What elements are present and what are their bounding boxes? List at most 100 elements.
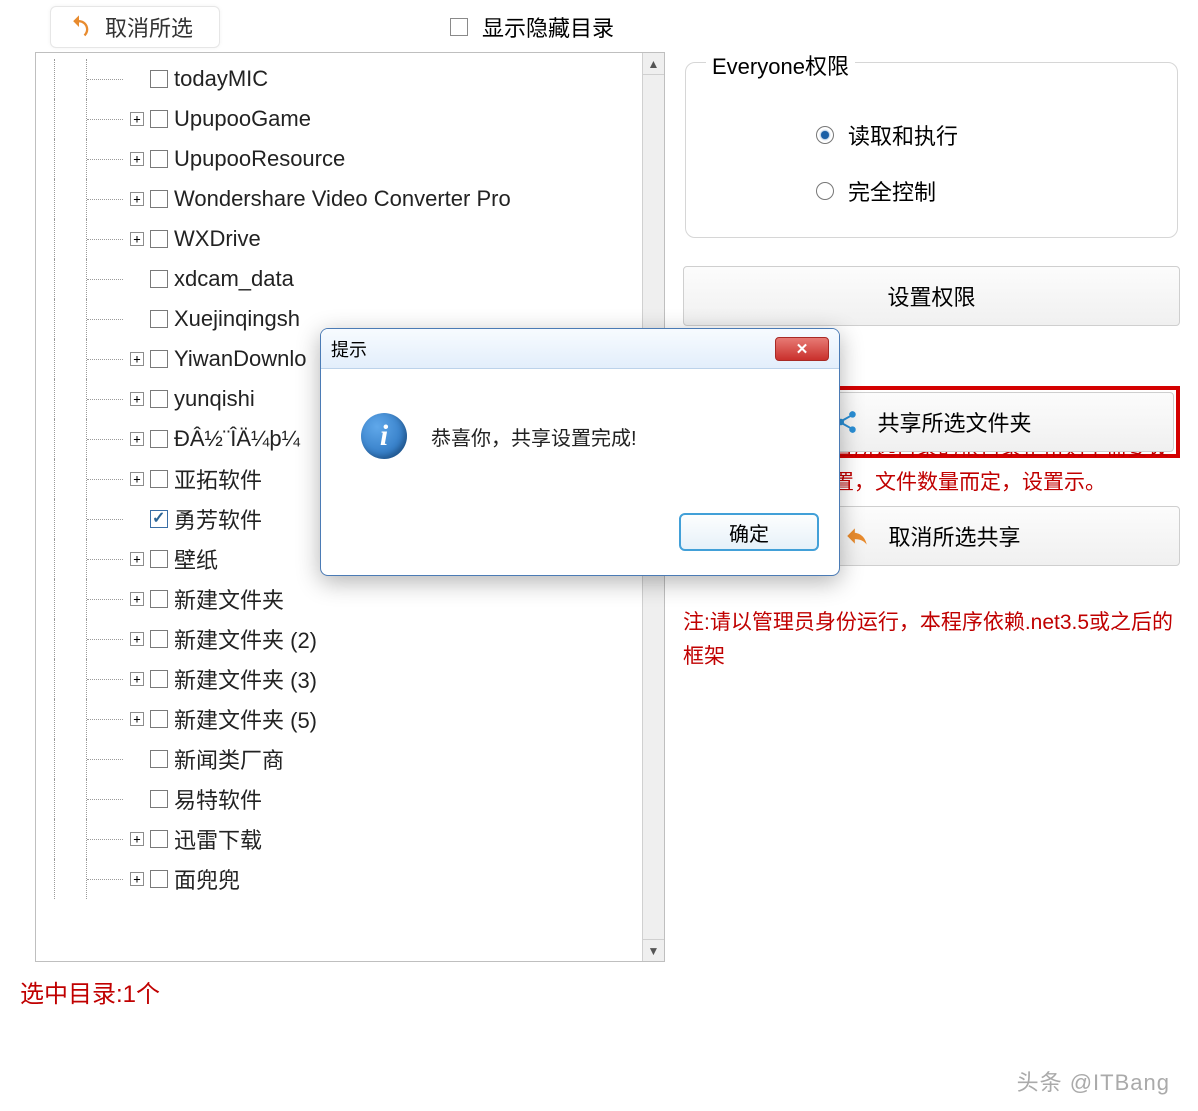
scroll-up-icon[interactable]: ▲ — [643, 53, 664, 75]
tree-node[interactable]: xdcam_data — [54, 259, 658, 299]
tree-node-label: 新建文件夹 (3) — [174, 663, 317, 695]
tree-checkbox[interactable] — [150, 590, 168, 608]
tree-node-label: todayMIC — [174, 66, 268, 92]
tree-node[interactable]: + 面兜兜 — [54, 859, 658, 899]
tree-checkbox[interactable] — [150, 470, 168, 488]
tree-node[interactable]: 易特软件 — [54, 779, 658, 819]
radio-full-control-label: 完全控制 — [848, 175, 936, 207]
tree-node-label: 面兜兜 — [174, 863, 240, 895]
tree-node[interactable]: + 迅雷下载 — [54, 819, 658, 859]
tree-checkbox[interactable] — [150, 350, 168, 368]
tree-node[interactable]: + Wondershare Video Converter Pro — [54, 179, 658, 219]
dialog-ok-button[interactable]: 确定 — [679, 513, 819, 551]
permissions-group: Everyone权限 读取和执行 完全控制 — [685, 62, 1178, 238]
tree-node-label: UpupooResource — [174, 146, 345, 172]
tree-node-label: 新闻类厂商 — [174, 743, 284, 775]
tree-checkbox[interactable] — [150, 230, 168, 248]
show-hidden-checkbox[interactable]: 显示隐藏目录 — [450, 11, 614, 43]
expander-icon[interactable]: + — [130, 592, 144, 606]
tree-checkbox[interactable] — [150, 710, 168, 728]
cancel-selection-button[interactable]: 取消所选 — [50, 6, 220, 48]
tree-checkbox[interactable] — [150, 190, 168, 208]
expander-icon[interactable]: + — [130, 552, 144, 566]
set-permissions-label: 设置权限 — [887, 280, 975, 312]
permissions-title: Everyone权限 — [706, 49, 855, 81]
expander-icon[interactable]: + — [130, 112, 144, 126]
tree-node-label: Xuejinqingsh — [174, 306, 300, 332]
radio-icon — [816, 126, 834, 144]
expander-icon[interactable]: + — [130, 712, 144, 726]
expander-icon — [130, 512, 144, 526]
expander-icon[interactable]: + — [130, 672, 144, 686]
tree-checkbox[interactable] — [150, 550, 168, 568]
radio-read-execute-label: 读取和执行 — [848, 119, 958, 151]
expander-icon[interactable]: + — [130, 232, 144, 246]
dialog-ok-label: 确定 — [729, 518, 769, 547]
admin-note: 注:请以管理员身份运行，本程序依赖.net3.5或之后的框架 — [683, 606, 1180, 673]
tree-node[interactable]: + 新建文件夹 — [54, 579, 658, 619]
tree-checkbox[interactable] — [150, 510, 168, 528]
expander-icon[interactable]: + — [130, 632, 144, 646]
tree-checkbox[interactable] — [150, 630, 168, 648]
set-permissions-button[interactable]: 设置权限 — [683, 266, 1180, 326]
tree-node-label: Wondershare Video Converter Pro — [174, 186, 511, 212]
tree-node[interactable]: + 新建文件夹 (5) — [54, 699, 658, 739]
tree-node-label: 亚拓软件 — [174, 463, 262, 495]
expander-icon[interactable]: + — [130, 432, 144, 446]
tree-node-label: 壁纸 — [174, 543, 218, 575]
tree-node[interactable]: + 新建文件夹 (2) — [54, 619, 658, 659]
tree-node[interactable]: +WXDrive — [54, 219, 658, 259]
checkbox-icon — [450, 18, 468, 36]
tree-checkbox[interactable] — [150, 750, 168, 768]
dialog-close-button[interactable]: ✕ — [775, 337, 829, 361]
scroll-down-icon[interactable]: ▼ — [643, 939, 664, 961]
tree-node-label: 迅雷下载 — [174, 823, 262, 855]
expander-icon[interactable]: + — [130, 832, 144, 846]
close-icon: ✕ — [796, 340, 809, 358]
tree-checkbox[interactable] — [150, 430, 168, 448]
expander-icon[interactable]: + — [130, 392, 144, 406]
tree-node[interactable]: + UpupooResource — [54, 139, 658, 179]
tree-node-label: 勇芳软件 — [174, 503, 262, 535]
expander-icon — [130, 752, 144, 766]
expander-icon[interactable]: + — [130, 152, 144, 166]
tree-node-label: YiwanDownlo — [174, 346, 306, 372]
tree-node[interactable]: +UpupooGame — [54, 99, 658, 139]
expander-icon[interactable]: + — [130, 352, 144, 366]
expander-icon[interactable]: + — [130, 872, 144, 886]
tree-checkbox[interactable] — [150, 790, 168, 808]
tree-checkbox[interactable] — [150, 670, 168, 688]
tree-node-label: yunqishi — [174, 386, 255, 412]
expander-icon — [130, 792, 144, 806]
expander-icon[interactable]: + — [130, 472, 144, 486]
cancel-selection-label: 取消所选 — [105, 11, 193, 43]
expander-icon[interactable]: + — [130, 192, 144, 206]
tree-node-label: xdcam_data — [174, 266, 294, 292]
tree-checkbox[interactable] — [150, 110, 168, 128]
tree-node-label: 新建文件夹 — [174, 583, 284, 615]
show-hidden-label: 显示隐藏目录 — [482, 11, 614, 43]
undo-icon — [65, 13, 93, 41]
share-button-label: 共享所选文件夹 — [877, 406, 1031, 438]
unshare-button-label: 取消所选共享 — [888, 520, 1020, 552]
tree-checkbox[interactable] — [150, 270, 168, 288]
watermark: 头条 @ITBang — [1017, 1065, 1170, 1097]
tree-node[interactable]: + 新建文件夹 (3) — [54, 659, 658, 699]
tree-node-label: 新建文件夹 (2) — [174, 623, 317, 655]
tree-checkbox[interactable] — [150, 870, 168, 888]
message-dialog: 提示 ✕ i 恭喜你，共享设置完成! 确定 — [320, 328, 840, 576]
tree-checkbox[interactable] — [150, 70, 168, 88]
tree-checkbox[interactable] — [150, 830, 168, 848]
tree-checkbox[interactable] — [150, 150, 168, 168]
info-icon: i — [361, 413, 407, 459]
tree-node-label: 易特软件 — [174, 783, 262, 815]
radio-full-control[interactable]: 完全控制 — [816, 175, 1157, 207]
radio-icon — [816, 182, 834, 200]
tree-checkbox[interactable] — [150, 390, 168, 408]
expander-icon — [130, 272, 144, 286]
tree-checkbox[interactable] — [150, 310, 168, 328]
radio-read-execute[interactable]: 读取和执行 — [816, 119, 1157, 151]
tree-node-label: 新建文件夹 (5) — [174, 703, 317, 735]
tree-node[interactable]: todayMIC — [54, 59, 658, 99]
tree-node[interactable]: 新闻类厂商 — [54, 739, 658, 779]
